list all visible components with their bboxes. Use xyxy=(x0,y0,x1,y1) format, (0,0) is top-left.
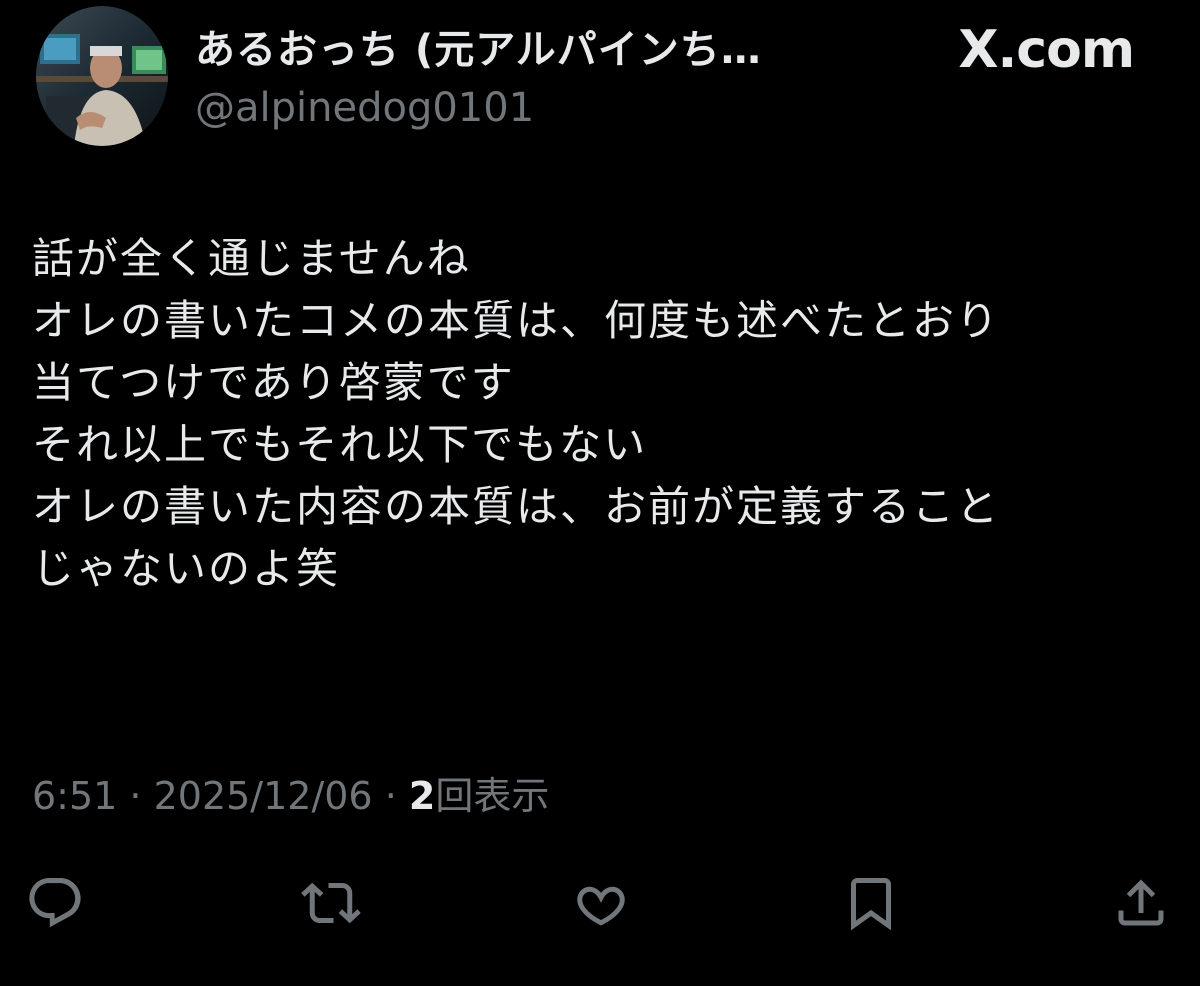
views-count: 2 xyxy=(408,774,436,818)
tweet-line: それ以上でもそれ以下でもない xyxy=(32,420,648,469)
display-name[interactable]: あるおっち (元アルパインち… xyxy=(195,26,762,74)
avatar[interactable] xyxy=(36,6,168,146)
share-icon xyxy=(1118,879,1164,926)
meta-separator: · xyxy=(117,774,154,818)
reply-icon xyxy=(29,878,81,928)
like-button[interactable] xyxy=(570,872,632,934)
share-button[interactable] xyxy=(1110,872,1172,934)
heart-icon xyxy=(577,886,625,926)
tweet-line: オレの書いたコメの本質は、何度も述べたとおり xyxy=(32,296,1001,345)
brand-logo: X.com xyxy=(958,20,1135,80)
meta-separator: · xyxy=(372,774,409,818)
tweet-text: 話が全く通じませんね オレの書いたコメの本質は、何度も述べたとおり 当てつけであ… xyxy=(32,228,1172,600)
repost-icon xyxy=(301,882,361,924)
tweet-date[interactable]: 2025/12/06 xyxy=(154,774,373,818)
tweet-meta: 6:51 · 2025/12/06 · 2回表示 xyxy=(32,772,549,820)
tweet-line: じゃないのよ笑 xyxy=(32,544,341,593)
tweet-time[interactable]: 6:51 xyxy=(32,774,117,818)
action-bar xyxy=(0,872,1200,934)
user-handle[interactable]: @alpinedog0101 xyxy=(195,84,534,132)
tweet-line: 話が全く通じませんね xyxy=(32,234,471,283)
bookmark-button[interactable] xyxy=(840,872,902,934)
tweet-line: 当てつけであり啓蒙です xyxy=(32,358,515,407)
tweet-line: オレの書いた内容の本質は、お前が定義すること xyxy=(32,482,1001,531)
reply-button[interactable] xyxy=(24,872,86,934)
bookmark-icon xyxy=(851,878,891,931)
views-label: 回表示 xyxy=(435,774,550,818)
avatar-photo xyxy=(36,6,168,146)
repost-button[interactable] xyxy=(300,872,362,934)
